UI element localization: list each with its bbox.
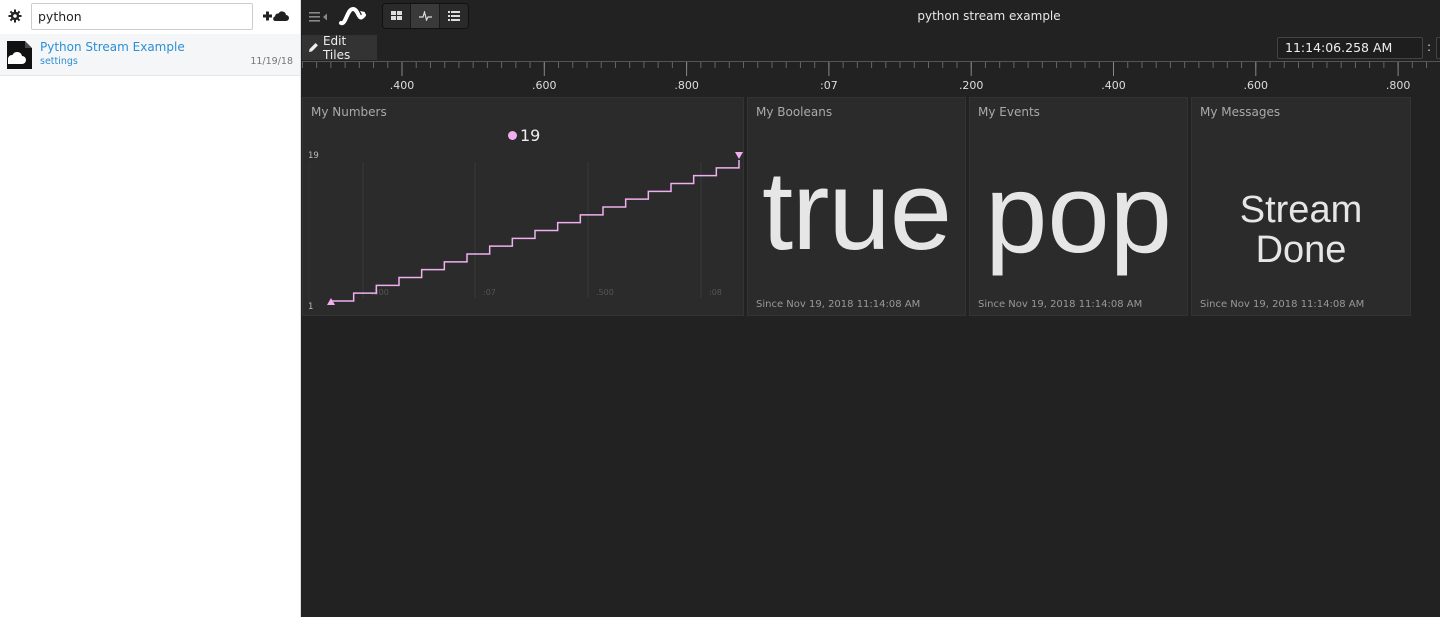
tile-my-booleans[interactable]: My Booleans true Since Nov 19, 2018 11:1… xyxy=(747,97,966,316)
add-cloud-button[interactable] xyxy=(262,7,290,25)
tile-my-events[interactable]: My Events pop Since Nov 19, 2018 11:14:0… xyxy=(969,97,1188,316)
clock-input-secondary[interactable] xyxy=(1436,37,1440,59)
tile-title: My Numbers xyxy=(311,105,387,119)
x-tick-label: .500 xyxy=(596,288,614,297)
cloud-file-icon xyxy=(6,40,34,70)
page-title: python stream example xyxy=(917,9,1061,23)
tile-title: My Messages xyxy=(1200,105,1281,119)
item-title[interactable]: Python Stream Example xyxy=(40,40,185,54)
list-view-button[interactable] xyxy=(439,4,468,28)
since-timestamp: Since Nov 19, 2018 11:14:08 AM xyxy=(756,299,921,310)
item-settings-link[interactable]: settings xyxy=(40,56,78,67)
since-timestamp: Since Nov 19, 2018 11:14:08 AM xyxy=(978,299,1143,310)
clock-input[interactable]: 11:14:06.258 AM xyxy=(1277,37,1423,59)
plus-cloud-icon xyxy=(263,11,289,21)
stream-view-button[interactable] xyxy=(411,4,440,28)
time-ruler[interactable]: .400 .600 .800 :07 .200 .400 .600 .800 xyxy=(302,61,1440,95)
edit-tiles-label: Edit Tiles xyxy=(322,33,351,62)
legend-dot-icon xyxy=(508,131,517,140)
max-marker-icon xyxy=(735,152,743,159)
message-value: Stream Done xyxy=(1239,189,1363,271)
item-date: 11/19/18 xyxy=(250,56,293,67)
view-toggle-group xyxy=(382,3,469,29)
ruler-label: .800 xyxy=(674,79,699,92)
y-tick-label: 1 xyxy=(308,302,313,312)
collapse-sidebar-icon[interactable] xyxy=(309,9,329,23)
pulse-icon xyxy=(418,11,432,21)
list-item-python-stream-example[interactable]: Python Stream Example settings 11/19/18 xyxy=(0,34,300,76)
ruler-label: .200 xyxy=(959,79,984,92)
legend-value: 19 xyxy=(520,126,541,145)
tile-title: My Booleans xyxy=(756,105,833,119)
ruler-label: .400 xyxy=(1101,79,1126,92)
y-tick-label: 19 xyxy=(308,151,319,161)
ruler-label: .400 xyxy=(390,79,415,92)
ruler-ticks: .400 .600 .800 :07 .200 .400 .600 .800 xyxy=(302,62,1428,92)
boolean-value: true xyxy=(762,148,952,273)
grid-view-button[interactable] xyxy=(383,4,412,28)
event-value: pop xyxy=(985,151,1172,276)
x-tick-label: :08 xyxy=(709,288,722,297)
pencil-icon xyxy=(308,43,318,52)
toolbar: python stream example xyxy=(302,0,1440,34)
sidebar: Python Stream Example settings 11/19/18 xyxy=(0,0,301,617)
chart-legend: 19 xyxy=(508,126,540,145)
ruler-label: :07 xyxy=(820,79,838,92)
tile-my-messages[interactable]: My Messages Stream Done Since Nov 19, 20… xyxy=(1191,97,1411,316)
clock-separator: : xyxy=(1427,40,1432,54)
x-tick-label: :07 xyxy=(483,288,496,297)
grid-icon xyxy=(391,11,403,20)
ruler-label: .600 xyxy=(1244,79,1269,92)
tile-title: My Events xyxy=(978,105,1040,119)
main-panel: python stream example Edit Tiles 11:14:0… xyxy=(302,0,1440,617)
ruler-label: .800 xyxy=(1386,79,1411,92)
ruler-label: .600 xyxy=(532,79,557,92)
tile-my-numbers[interactable]: .300:07.500:08 19 1 My Numbers 19 xyxy=(302,97,744,316)
since-timestamp: Since Nov 19, 2018 11:14:08 AM xyxy=(1200,299,1365,310)
search-input[interactable] xyxy=(31,3,253,30)
edit-tiles-button[interactable]: Edit Tiles xyxy=(302,33,377,62)
gear-icon[interactable] xyxy=(8,9,22,23)
app-logo-icon[interactable] xyxy=(338,5,368,27)
sidebar-header xyxy=(0,0,300,33)
list-icon xyxy=(447,11,460,21)
